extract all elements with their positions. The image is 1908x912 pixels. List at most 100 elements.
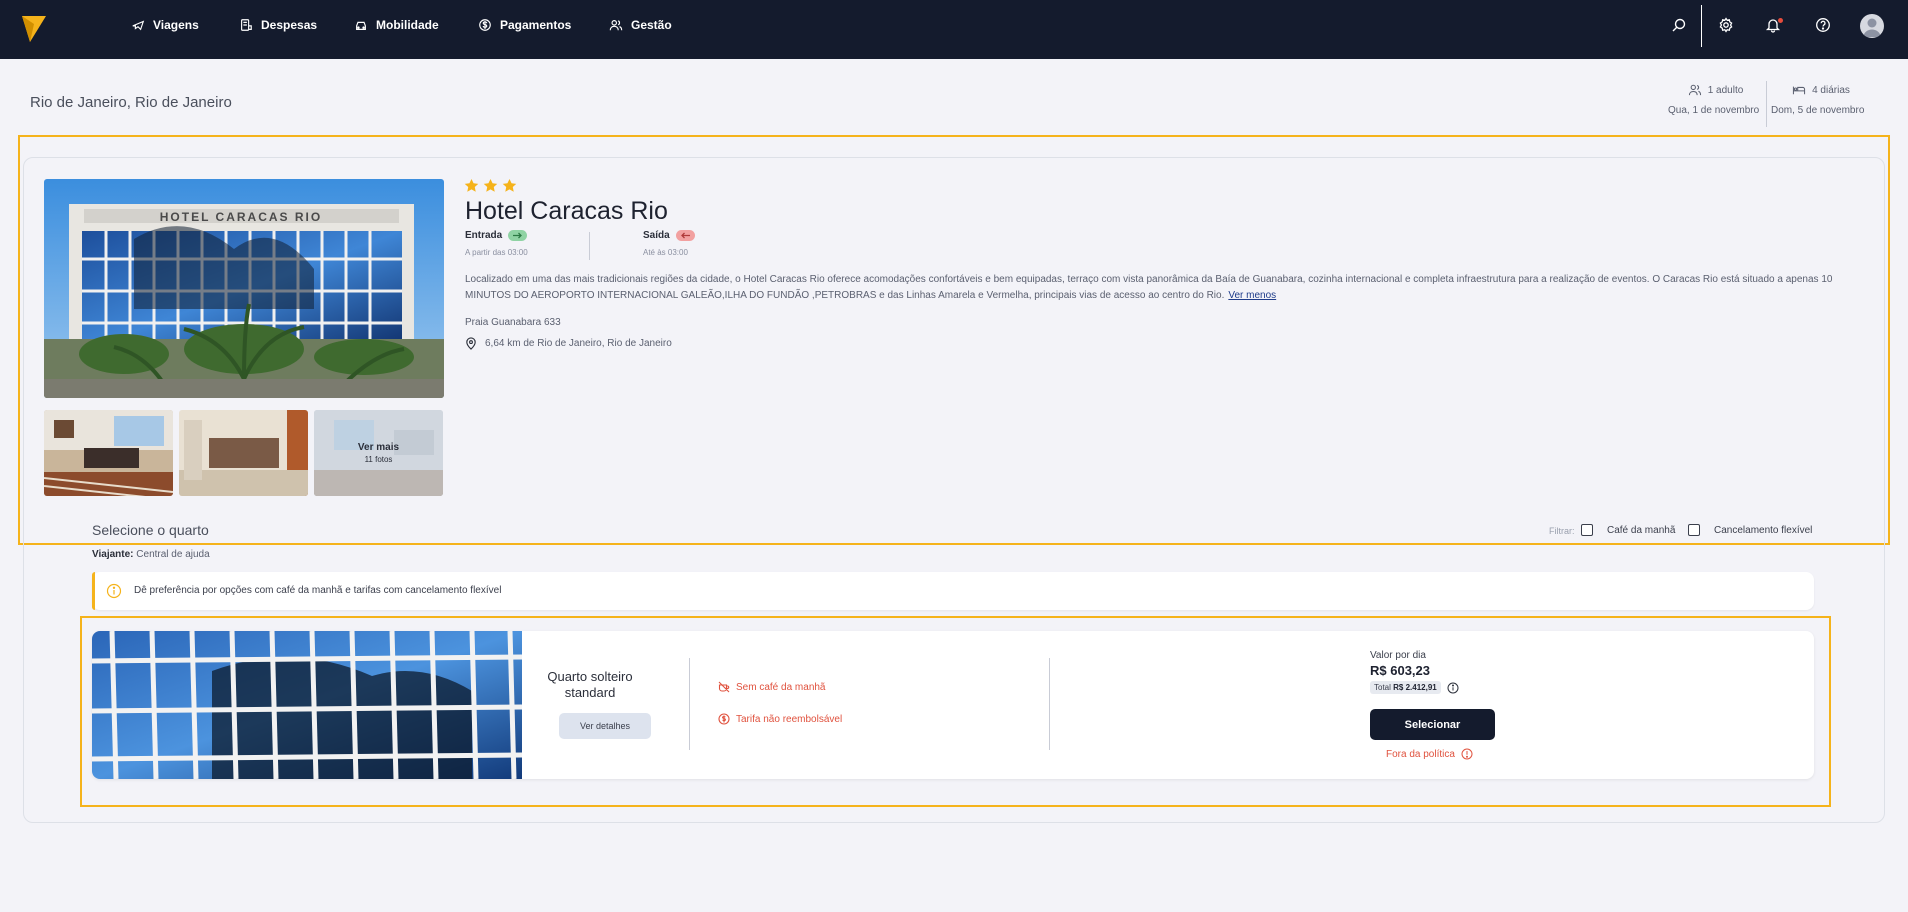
guests-count: 1 adulto	[1707, 84, 1744, 96]
hotel-thumb-lobby[interactable]	[44, 410, 173, 496]
total-value: R$ 2.412,91	[1393, 683, 1437, 692]
users-icon	[609, 20, 623, 31]
hotel-facade-image: HOTEL CARACAS RIO	[44, 179, 444, 398]
refund-condition: Tarifa não reembolsável	[718, 713, 842, 725]
location-pin-icon	[466, 337, 476, 350]
corridor-image	[179, 410, 308, 496]
nav-item-viagens[interactable]: Viagens	[131, 0, 199, 50]
bed-icon	[1793, 86, 1806, 95]
nav-label: Mobilidade	[376, 18, 439, 32]
nav-item-despesas[interactable]: Despesas	[239, 0, 317, 50]
photo-count: 11 fotos	[364, 455, 393, 464]
arrow-left-icon	[675, 230, 695, 241]
filter-breakfast[interactable]: Café da manhã	[1581, 524, 1675, 536]
guests-summary[interactable]: 1 adulto Qua, 1 de novembro	[1668, 84, 1763, 117]
breakfast-condition: Sem café da manhã	[718, 681, 826, 693]
traveler-value: Central de ajuda	[136, 549, 210, 560]
room-photo[interactable]	[92, 631, 522, 779]
room-facade-image	[92, 631, 522, 779]
price-label: Valor por dia	[1370, 650, 1426, 661]
receipt-icon	[241, 19, 252, 31]
hotel-stars	[464, 178, 517, 193]
car-icon	[356, 21, 366, 30]
see-more-photos[interactable]: Ver mais 11 fotos	[314, 410, 443, 496]
hotel-description: Localizado em uma das mais tradicionais …	[465, 272, 1865, 304]
room-card: Quarto solteiro standard Ver detalhes Se…	[92, 631, 1814, 779]
breakfast-checkbox[interactable]	[1581, 524, 1593, 536]
top-navbar: Viagens Despesas Mobilidade Pagamentos G…	[0, 0, 1908, 59]
description-text: Localizado em uma das mais tradicionais …	[465, 274, 1833, 301]
out-of-policy[interactable]: Fora da política	[1386, 748, 1473, 760]
page-title: Rio de Janeiro, Rio de Janeiro	[30, 94, 232, 111]
nav-item-pagamentos[interactable]: Pagamentos	[478, 0, 571, 50]
star-icon	[502, 178, 517, 192]
see-more-label: Ver mais	[357, 442, 400, 453]
notification-badge	[1778, 18, 1783, 23]
hotel-address: Praia Guanabara 633	[465, 317, 561, 328]
see-more-overlay: Ver mais 11 fotos	[314, 410, 443, 496]
help-icon	[1816, 18, 1830, 32]
room-divider	[689, 658, 690, 750]
filter-flexible-label: Cancelamento flexível	[1714, 524, 1813, 536]
checkin-info: Entrada	[465, 230, 528, 241]
search-icon	[1672, 18, 1686, 32]
total-box: Total R$ 2.412,91	[1370, 681, 1441, 694]
avatar[interactable]	[1860, 14, 1884, 38]
checkout-label: Saída	[643, 230, 670, 241]
dollar-icon	[479, 19, 491, 31]
users-icon	[1688, 84, 1701, 96]
settings-button[interactable]	[1718, 0, 1734, 50]
info-icon	[106, 583, 122, 599]
select-room-button[interactable]: Selecionar	[1370, 709, 1495, 740]
alert-text: Dê preferência por opções com café da ma…	[134, 585, 502, 596]
checkin-time: A partir das 03:00	[465, 248, 528, 257]
hotel-main-photo[interactable]: HOTEL CARACAS RIO	[44, 179, 444, 398]
room-name: Quarto solteiro standard	[547, 669, 633, 700]
price-per-day: R$ 603,23	[1370, 663, 1430, 678]
notifications-button[interactable]	[1765, 0, 1781, 50]
hotel-name: Hotel Caracas Rio	[465, 197, 668, 225]
no-refund-icon	[718, 713, 730, 725]
nav-label: Despesas	[261, 18, 318, 32]
brand-logo-icon[interactable]	[20, 12, 48, 46]
star-icon	[464, 178, 479, 192]
checkout-info: Saída	[643, 230, 695, 241]
star-icon	[483, 178, 498, 192]
hotel-thumb-corridor[interactable]	[179, 410, 308, 496]
arrow-right-icon	[508, 230, 528, 241]
nav-item-mobilidade[interactable]: Mobilidade	[354, 0, 439, 50]
plane-icon	[132, 20, 145, 31]
checkin-label: Entrada	[465, 230, 503, 241]
filter-flexible[interactable]: Cancelamento flexível	[1688, 524, 1812, 536]
nights-count: 4 diárias	[1812, 84, 1850, 96]
room-divider	[1049, 658, 1050, 750]
nav-item-gestao[interactable]: Gestão	[609, 0, 672, 50]
filter-label: Filtrar:	[1549, 526, 1575, 536]
view-details-button[interactable]: Ver detalhes	[559, 713, 651, 739]
traveler-info: Viajante: Central de ajuda	[92, 549, 210, 560]
hotel-sign-text: HOTEL CARACAS RIO	[160, 210, 322, 224]
lobby-image	[44, 410, 173, 496]
select-room-title: Selecione o quarto	[92, 522, 209, 538]
nav-label: Viagens	[153, 18, 199, 32]
distance-text: 6,64 km de Rio de Janeiro, Rio de Janeir…	[485, 338, 672, 349]
flexible-cancel-checkbox[interactable]	[1688, 524, 1700, 536]
search-button[interactable]	[1671, 0, 1687, 50]
help-button[interactable]	[1815, 0, 1831, 50]
nights-summary[interactable]: 4 diárias Dom, 5 de novembro	[1771, 84, 1871, 117]
nav-label: Gestão	[631, 18, 672, 32]
checkin-divider	[589, 232, 590, 260]
checkout-date: Dom, 5 de novembro	[1771, 105, 1865, 116]
refund-text: Tarifa não reembolsável	[736, 713, 843, 725]
preference-alert: Dê preferência por opções com café da ma…	[92, 572, 1814, 610]
see-less-link[interactable]: Ver menos	[1228, 290, 1276, 301]
warning-info-icon	[1461, 748, 1473, 760]
hotel-distance: 6,64 km de Rio de Janeiro, Rio de Janeir…	[465, 337, 672, 350]
breakfast-text: Sem café da manhã	[736, 681, 826, 693]
nav-label: Pagamentos	[500, 18, 572, 32]
nav-divider	[1701, 5, 1702, 47]
user-avatar-icon	[1863, 18, 1881, 37]
coffee-icon	[718, 681, 730, 693]
info-icon[interactable]	[1447, 682, 1459, 694]
gear-icon	[1719, 17, 1733, 33]
